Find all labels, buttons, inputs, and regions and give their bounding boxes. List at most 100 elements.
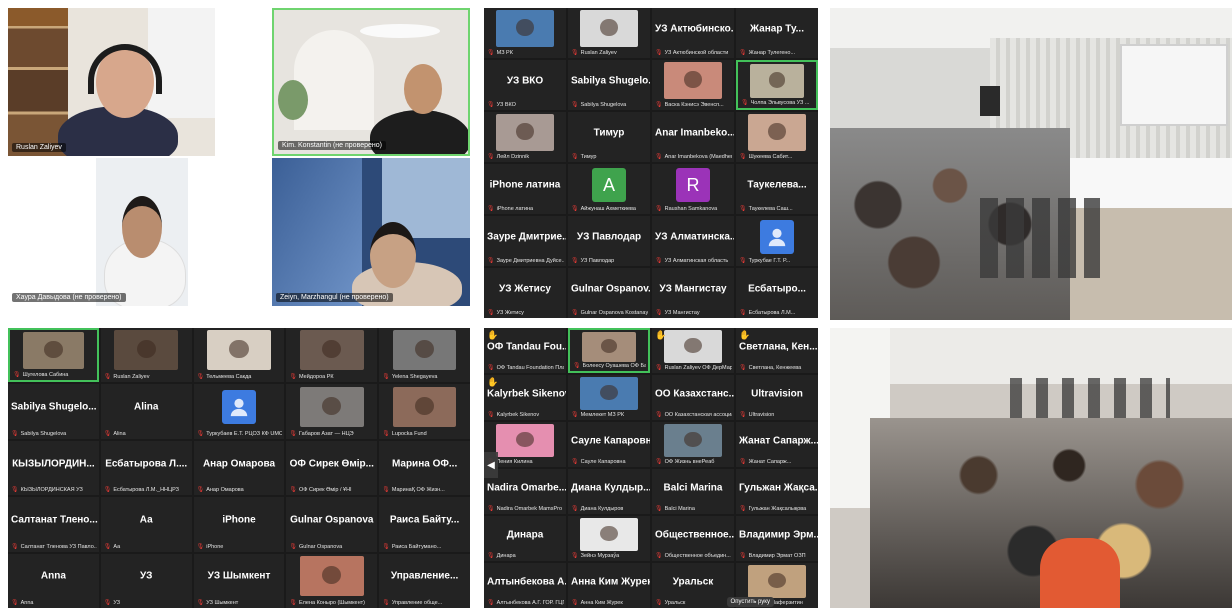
video-tile-kim[interactable]: Kim. Konstantin (не проверено): [272, 8, 470, 156]
participant-label-text: iPhone: [206, 543, 224, 550]
participant-tile[interactable]: УЗ ВКО 🎙 УЗ ВКО: [484, 60, 566, 110]
participant-tile[interactable]: УЗ Шымкент 🎙 УЗ Шымкент: [193, 553, 285, 608]
user-avatar-icon: [221, 390, 256, 425]
participant-tile[interactable]: Общественное... 🎙 Общественное объедин...: [652, 516, 734, 561]
participant-tile[interactable]: 🎙 Ruslan Zaliyev: [568, 8, 650, 58]
participant-tile[interactable]: 🎙 МЗ РК: [484, 8, 566, 58]
participant-tile[interactable]: Раиса Байту... 🎙 Раиса Байтумано...: [379, 497, 470, 552]
participant-tile[interactable]: ✋ 🎙 Ruslan Zaliyev ОФ ДерМарт: [652, 328, 734, 373]
person-silhouette: [516, 123, 534, 140]
participant-tile[interactable]: Anna 🎙 Anna: [8, 553, 99, 608]
participant-tile[interactable]: Салтанат Тлено... 🎙 Салтанат Тленова УЗ Па…: [8, 497, 99, 552]
participant-tile[interactable]: 🎙 Чолпа Эльвусова УЗ ...: [736, 60, 818, 110]
participant-tile[interactable]: УЗ Жетису 🎙 УЗ Жетису: [484, 268, 566, 318]
participant-tile[interactable]: УЗ Актюбинско... 🎙 УЗ Актюбинской области: [652, 8, 734, 58]
participant-tile[interactable]: Kalyrbek Sikenov ✋ 🎙 Kalyrbek Sikenov: [484, 375, 566, 420]
participant-label-text: УЗ Жетису: [496, 310, 524, 316]
participant-tile[interactable]: Марина ОФ... 🎙 МаринаҚ ОФ Жизн...: [379, 440, 470, 496]
video-tile-ruslan[interactable]: Ruslan Zaliyev: [8, 8, 215, 156]
participant-tile[interactable]: Gulnar Ospanova 🎙 Gulnar Ospanova: [286, 497, 378, 552]
participant-tile[interactable]: 🎙 ОФ Жизнь внеРеаб: [652, 422, 734, 467]
participant-tile[interactable]: 🎙 Туркубаев Е.Т. РЦОЗ КФ UMC: [193, 384, 285, 439]
participant-label: 🎙 Управление обще...: [382, 599, 468, 606]
participant-label-text: МЗ РК: [496, 50, 513, 56]
participant-video: [496, 423, 554, 458]
participant-tile[interactable]: Anar Imanbeko... 🎙 Anar Imanbekova (Maedhe…: [652, 112, 734, 162]
participant-tile[interactable]: iPhone 🎙 iPhone: [193, 497, 285, 552]
participant-tile[interactable]: Тимур 🎙 Тимур: [568, 112, 650, 162]
participant-tile[interactable]: 🎙 Мейдороа РК: [286, 328, 378, 383]
participant-tile[interactable]: 🎙 Ruslan Zaliyev: [100, 328, 192, 383]
participant-tile[interactable]: Аа 🎙 Аа: [100, 497, 192, 552]
participant-tile[interactable]: Управление... 🎙 Управление обще...: [379, 553, 470, 608]
participant-tile[interactable]: iPhone латина 🎙 iPhone латина: [484, 164, 566, 214]
participant-tile[interactable]: 🎙 Мемлекет МЗ РК: [568, 375, 650, 420]
participant-tile[interactable]: 🎙 Шугелова Сабина: [8, 328, 99, 383]
participant-tile[interactable]: Анна Ким Журек 🎙 Анна Ким Журек: [568, 563, 650, 608]
participant-tile[interactable]: Alina 🎙 Alina: [100, 384, 192, 439]
lower-hand-button[interactable]: Опустить руку: [726, 597, 774, 607]
participant-tile[interactable]: УЗ Алматинска... 🎙 УЗ Алматинская область: [652, 216, 734, 266]
participant-tile[interactable]: 🎙 Yelena Shegayeva: [379, 328, 470, 383]
participant-tile[interactable]: 🎙 Васка Кэнисэ Эвенсп...: [652, 60, 734, 110]
participant-display-name: ОО Казахстанс...: [655, 388, 734, 400]
scroll-left-arrow[interactable]: ◀: [484, 452, 498, 478]
participant-tile[interactable]: Диана Кулдыр... 🎙 Диана Кулдыров: [568, 469, 650, 514]
participant-tile[interactable]: ОФ Tandau Fou... ✋ 🎙 ОФ Tandau Foundation П…: [484, 328, 566, 373]
participant-tile[interactable]: Жанат Сапарж... 🎙 Жанат Сапарж...: [736, 422, 818, 467]
participant-tile[interactable]: КЫЗЫЛОРДИН... 🎙 КЫЗЫЛОРДИНСКАЯ УЗ: [8, 440, 99, 496]
participant-tile[interactable]: Есбатырова Л.... 🎙 Есбатырова Л.М._ННЦРЗ: [100, 440, 192, 496]
video-tile-khaura[interactable]: Хаура Давыдова (не проверено): [8, 158, 215, 306]
participant-tile[interactable]: УЗ Павлодар 🎙 УЗ Павлодар: [568, 216, 650, 266]
participant-video: [300, 386, 364, 427]
participant-tile[interactable]: 🎙 Шукеева Сабит...: [736, 112, 818, 162]
participant-label-text: Raushan Samkanova: [664, 206, 718, 212]
participant-label: 🎙 Тимур: [571, 153, 648, 160]
participant-video: [581, 331, 637, 362]
participant-tile[interactable]: Balci Marina 🎙 Balci Marina: [652, 469, 734, 514]
participant-tile[interactable]: Зауре Дмитрие... 🎙 Зауре Дмитриевна Дуйсе.…: [484, 216, 566, 266]
participant-tile[interactable]: Анар Омарова 🎙 Анар Омарова: [193, 440, 285, 496]
participant-label: 🎙 Владимир Эрмат ОЗП: [739, 552, 816, 559]
participant-tile[interactable]: 🎙 Габаров Азат — НЦЭ: [286, 384, 378, 439]
participant-name: Ruslan Zaliyev: [12, 143, 66, 152]
participant-display-name: Анар Омарова: [202, 458, 276, 470]
participant-tile[interactable]: 🎙 Тельмеева Сакда: [193, 328, 285, 383]
participant-tile[interactable]: Владимир Эрм... 🎙 Владимир Эрмат ОЗП: [736, 516, 818, 561]
participant-tile[interactable]: 🎙 Лейл Dzinnik: [484, 112, 566, 162]
participant-tile[interactable]: Сауле Капаровна 🎙 Сауле Капаровна: [568, 422, 650, 467]
participant-tile[interactable]: Светлана, Кен... ✋ 🎙 Светлана, Кенжеева: [736, 328, 818, 373]
participant-label-text: Ruslan Zaliyev: [113, 374, 150, 381]
participant-label-text: Туркубае Г.Т. Р...: [748, 258, 791, 264]
arch-wall: [294, 30, 374, 130]
participant-tile[interactable]: Sabilya Shugelo... 🎙 Sabilya Shugelova: [568, 60, 650, 110]
participant-tile[interactable]: ОО Казахстанс... 🎙 ОО Казахстанская ассоци…: [652, 375, 734, 420]
participant-label: 🎙 Ruslan Zaliyev: [104, 373, 190, 380]
participant-label-text: Диана Кулдыров: [580, 506, 624, 512]
participant-tile[interactable]: Гульжан Жақса... 🎙 Гульжан Жақсалықова: [736, 469, 818, 514]
participant-tile[interactable]: Gulnar Ospanov... 🎙 Gulnar Ospanova Kostan…: [568, 268, 650, 318]
participant-tile[interactable]: Динара 🎙 Динара: [484, 516, 566, 561]
participant-tile[interactable]: Ultravision 🎙 Ultravision: [736, 375, 818, 420]
participant-tile[interactable]: Таукелева... 🎙 Таукелева Саш...: [736, 164, 818, 214]
participant-tile[interactable]: Есбатыро... 🎙 Есбатырова Л.М...: [736, 268, 818, 318]
participant-label: 🎙 Алтынбекова А.Г. ГОР. ГЦП...: [487, 599, 564, 606]
participant-tile[interactable]: ОФ Сирек Өмір... 🎙 ОФ Сирек Өмір / ҰНІ: [286, 440, 378, 496]
participant-tile[interactable]: 🎙 Туркубае Г.Т. Р...: [736, 216, 818, 266]
participant-tile[interactable]: 🎙 Lupocka Fund: [379, 384, 470, 439]
participant-tile[interactable]: 🎙 Зейнэ Мурзаўа: [568, 516, 650, 561]
participant-tile[interactable]: 🎙 Елена Коныро (Шымкент): [286, 553, 378, 608]
participant-tile[interactable]: 🎙Болеесу Оуашева ОФ Басыт...: [568, 328, 650, 373]
participant-tile[interactable]: УЗ 🎙 УЗ: [100, 553, 192, 608]
participant-tile[interactable]: УЗ Мангистау 🎙 УЗ Мангистау: [652, 268, 734, 318]
participant-label: 🎙 Мейдороа РК: [289, 373, 375, 380]
participant-tile[interactable]: A 🎙 Айжунаш Ахметкиева: [568, 164, 650, 214]
participant-tile[interactable]: Жанар Ту... 🎙 Жанар Тулегено...: [736, 8, 818, 58]
participant-tile[interactable]: R 🎙 Raushan Samkanova: [652, 164, 734, 214]
participant-tile[interactable]: Sabilya Shugelo... 🎙 Sabilya Shugelova: [8, 384, 99, 439]
participant-tile[interactable]: Алтынбекова А... 🎙 Алтынбекова А.Г. ГОР. Г…: [484, 563, 566, 608]
participant-tile[interactable]: Уральск Опустить руку 🎙 Уральск: [652, 563, 774, 608]
mic-muted-icon: 🎙: [739, 310, 747, 316]
participant-label: 🎙 Шукеева Сабит...: [739, 153, 816, 160]
video-tile-zeiyn[interactable]: Zeiyn, Marzhangul (не проверено): [272, 158, 470, 306]
